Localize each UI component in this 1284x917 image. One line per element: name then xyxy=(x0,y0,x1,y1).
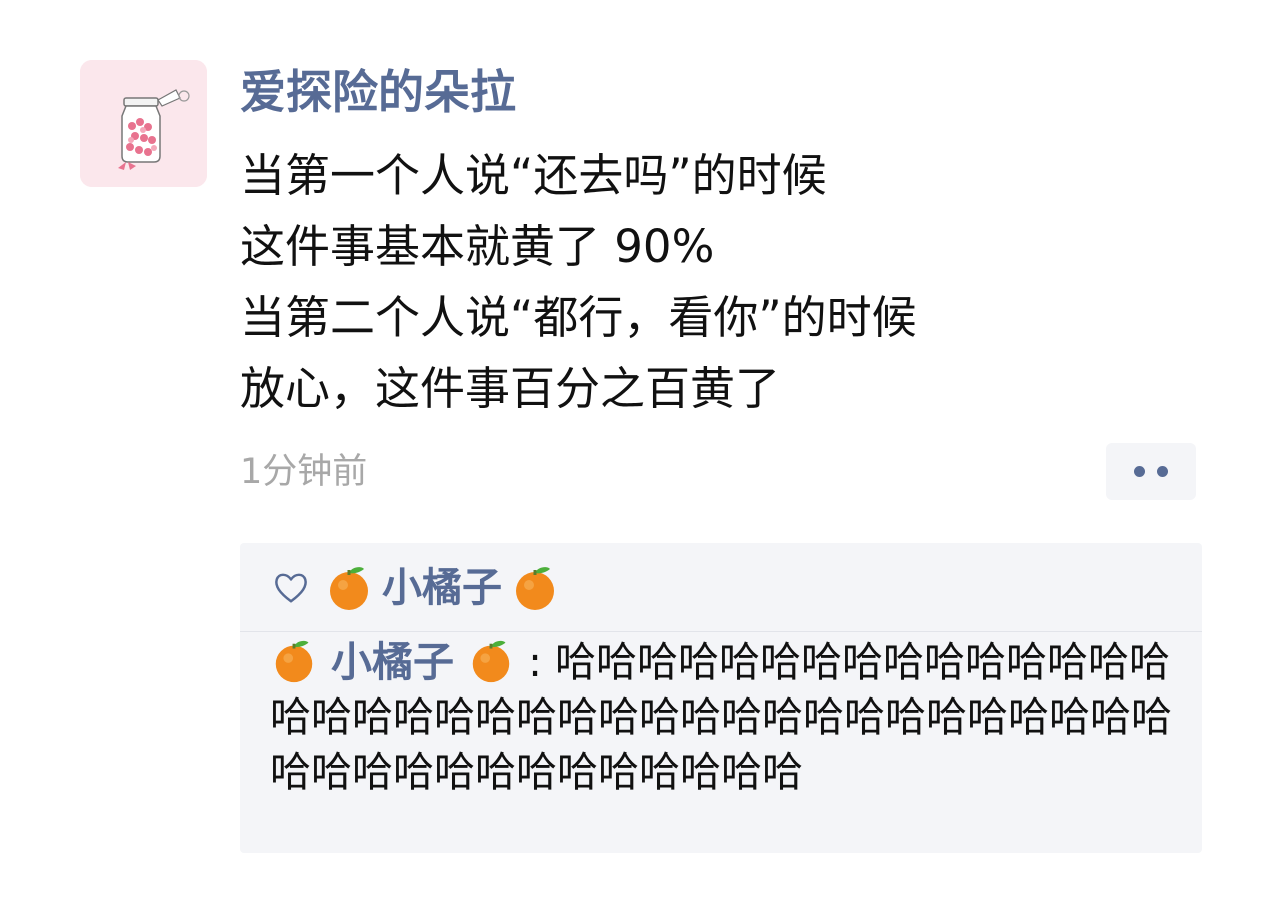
comment-author[interactable]: 小橘子 xyxy=(270,638,528,686)
post-line: 这件事基本就黄了 90% xyxy=(240,220,715,273)
tangerine-icon xyxy=(472,640,510,683)
comment-item[interactable]: 小橘子 : 哈哈哈哈哈哈哈哈哈哈哈哈哈哈哈哈哈哈哈哈哈哈哈哈哈哈哈哈哈哈哈哈哈哈… xyxy=(270,635,1182,800)
post-timestamp: 1分钟前 xyxy=(240,452,368,492)
likes-user-name: 小橘子 xyxy=(382,565,502,611)
more-dot-icon xyxy=(1134,466,1145,477)
tangerine-icon xyxy=(275,640,313,683)
comment-separator: : xyxy=(528,638,542,686)
heart-outline-icon xyxy=(275,573,307,603)
likes-user[interactable]: 小橘子 xyxy=(324,563,560,613)
divider xyxy=(240,631,1202,632)
more-dot-icon xyxy=(1157,466,1168,477)
likes-row: 小橘子 xyxy=(272,553,560,623)
comment-author-name: 小橘子 xyxy=(331,638,455,686)
post-line: 当第一个人说“还去吗”的时候 xyxy=(240,149,827,202)
post-line: 放心，这件事百分之百黄了 xyxy=(240,362,781,415)
interaction-panel: 小橘子 小橘子 : 哈哈哈哈哈哈哈哈哈哈哈哈哈哈哈哈哈哈哈哈哈哈哈哈哈哈哈哈哈哈… xyxy=(240,543,1202,853)
post-line: 当第二个人说“都行，看你”的时候 xyxy=(240,291,917,344)
tangerine-icon xyxy=(516,567,554,610)
post-username[interactable]: 爱探险的朵拉 xyxy=(240,62,516,122)
avatar[interactable] xyxy=(80,60,207,187)
tangerine-icon xyxy=(330,567,368,610)
post-text: 当第一个人说“还去吗”的时候 这件事基本就黄了 90% 当第二个人说“都行，看你… xyxy=(240,140,1200,424)
more-actions-button[interactable] xyxy=(1106,443,1196,500)
heart-jar-icon xyxy=(80,60,207,187)
